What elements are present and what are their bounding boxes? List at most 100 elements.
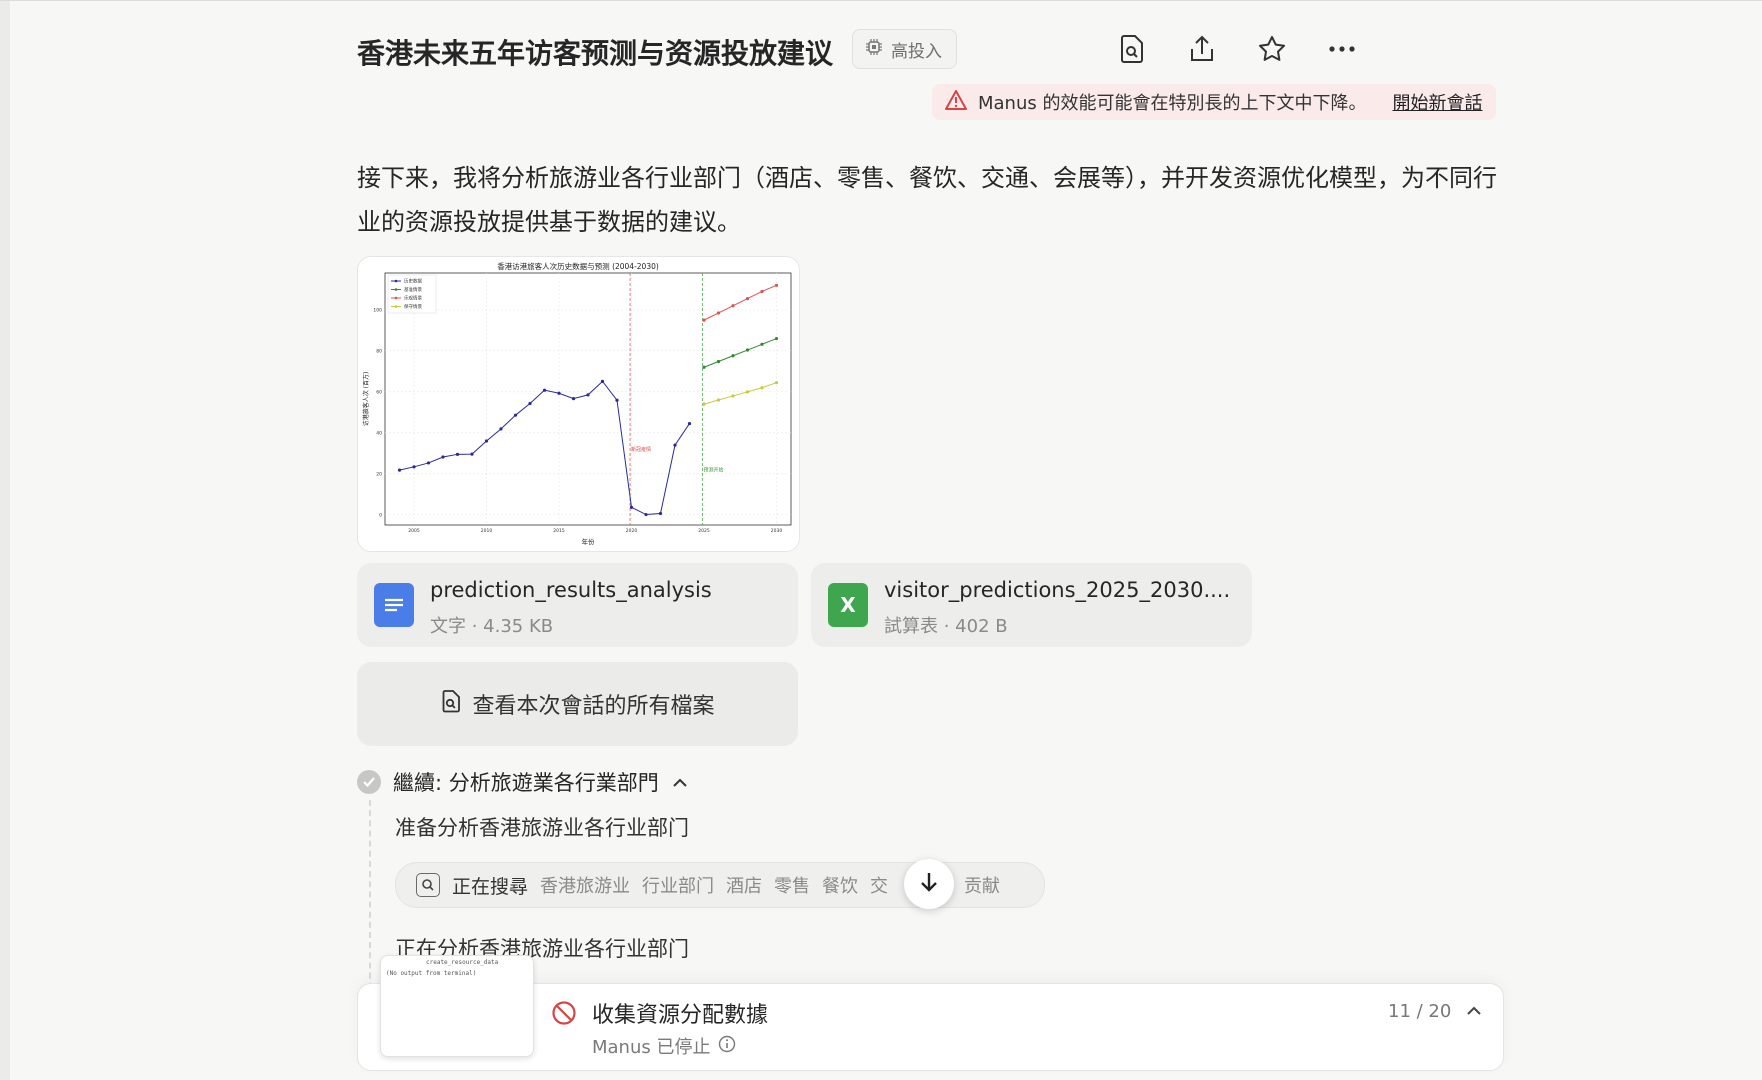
search-tag: 酒店 [726,876,763,897]
search-tag: 零售 [774,876,811,897]
legend-marker [394,288,398,291]
search-tag: 行业部门 [642,876,715,897]
legend-label: 保守情景 [404,303,422,310]
data-point [412,465,416,469]
legend-marker [394,279,398,283]
annotation-label: 新冠疫情 [631,446,651,453]
y-tick-label: 80 [376,348,382,354]
x-axis-label: 年份 [582,537,596,546]
view-all-label: 查看本次會話的所有檔案 [472,694,715,719]
page-title: 香港未来五年访客预测与资源投放建议 [357,37,834,70]
data-point [745,297,750,301]
legend-label: 乐观情景 [404,295,422,302]
chevron-up-icon[interactable] [671,770,689,794]
data-point [745,348,750,352]
terminal-thumbnail[interactable]: create_resource_data (No output from ter… [380,955,534,1057]
data-point [397,468,402,472]
x-tick-label: 2010 [481,528,493,534]
substep-text: 准备分析香港旅游业各行业部门 [395,816,689,840]
chevron-up-icon[interactable] [1462,999,1486,1023]
data-point [745,390,750,394]
data-point [760,342,764,346]
data-point [571,396,576,401]
data-point [760,386,764,390]
warning-icon [944,89,968,116]
task-status-text: Manus 已停止 [592,1037,711,1058]
y-tick-label: 20 [376,471,382,477]
view-all-files-button[interactable]: 查看本次會話的所有檔案 [357,662,798,746]
y-tick-label: 100 [373,307,382,313]
files-icon[interactable] [1113,30,1151,68]
search-tag: 香港旅游业 [540,876,631,897]
assistant-message: 接下来，我将分析旅游业各行业部门（酒店、零售、餐饮、交通、会展等），并开发资源优… [357,164,1497,236]
top-divider [0,0,1762,1]
y-tick-label: 0 [379,512,382,518]
step-header[interactable]: 繼續: 分析旅遊業各行業部門 [357,767,689,797]
files-icon [440,689,462,719]
data-point [600,379,605,383]
step-title: 繼續: 分析旅遊業各行業部門 [393,771,659,795]
data-point [774,283,779,287]
file-name: prediction_results_analysis [430,578,712,602]
data-point [455,452,460,456]
warning-text: Manus 的效能可能會在特別長的上下文中下降。 [978,93,1367,114]
data-point [702,318,706,322]
x-tick-label: 2025 [698,528,710,534]
data-point [513,413,518,417]
data-point [774,336,779,341]
data-point [426,461,431,465]
sidebar-edge [0,0,10,1080]
document-icon [374,583,414,627]
check-icon [357,770,381,794]
mode-badge[interactable]: 高投入 [852,29,957,69]
data-point [586,393,590,397]
more-icon[interactable] [1323,30,1361,68]
star-icon[interactable] [1253,30,1291,68]
search-tag: 贡献 [964,876,1001,897]
chip-icon [865,38,883,61]
file-card-analysis[interactable]: prediction_results_analysis 文字 · 4.35 KB [357,563,798,647]
y-tick-label: 60 [376,389,382,395]
y-tick-label: 40 [376,430,382,436]
data-point [716,359,721,364]
data-point [557,391,561,395]
share-icon[interactable] [1183,30,1221,68]
legend-label: 历史数据 [404,278,422,285]
data-point [499,427,503,431]
search-label: 正在搜尋 [452,875,529,898]
data-point [731,394,735,398]
scroll-to-bottom-button[interactable] [904,859,954,909]
data-point [687,421,692,426]
new-chat-link[interactable]: 開始新會話 [1392,89,1482,115]
info-icon[interactable] [718,1035,736,1058]
data-point [731,304,735,308]
legend-marker [394,305,398,308]
thumbnail-output: (No output from terminal) [386,970,477,977]
data-point [716,311,721,315]
file-meta: 試算表 · 402 B [884,616,1008,637]
file-name: visitor_predictions_2025_2030.... [884,578,1231,602]
data-point [702,402,706,406]
data-point [731,354,735,358]
thumbnail-title: create_resource_data [426,959,499,966]
legend-label: 基准情景 [404,286,422,293]
plot-area [384,272,792,526]
y-axis-label: 访港旅客人次 (百万) [362,372,370,427]
task-step-counter: 11 / 20 [1388,1001,1452,1022]
annotation-label: 预测开始 [704,467,724,474]
data-point [702,365,706,369]
search-tag: 餐饮 [822,876,859,897]
x-tick-label: 2020 [626,528,638,534]
data-point [774,381,779,385]
chart-title: 香港访港旅客人次历史数据与预测 (2004-2030) [497,261,659,271]
search-tag: 交 [870,876,889,897]
context-warning: Manus 的效能可能會在特別長的上下文中下降。 開始新會話 [932,84,1497,120]
data-point [716,398,721,402]
stopped-icon [551,1000,577,1026]
chart-attachment[interactable]: 香港访港旅客人次历史数据与预测 (2004-2030) 2005 2010 2015… [357,256,800,552]
data-point [658,511,663,516]
legend-marker [394,296,398,300]
data-point [542,388,547,392]
file-card-predictions[interactable]: X visitor_predictions_2025_2030.... 試算表 … [811,563,1252,647]
header: 香港未来五年访客预测与资源投放建议 高投入 [357,26,1502,72]
